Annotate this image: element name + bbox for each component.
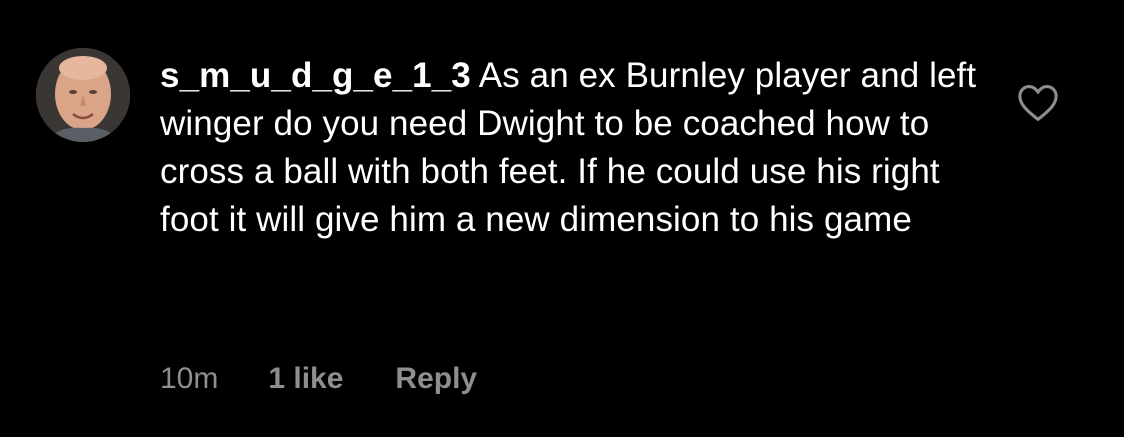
comment-timestamp: 10m: [160, 362, 219, 395]
heart-outline-icon: [1018, 85, 1058, 121]
avatar-photo: [36, 48, 130, 142]
comment-like-count[interactable]: 1 like: [268, 362, 343, 396]
like-button[interactable]: [1017, 84, 1059, 122]
reply-button[interactable]: Reply: [395, 362, 477, 396]
comment-item: s_m_u_d_g_e_1_3 As an ex Burnley player …: [0, 0, 1124, 437]
comment-username[interactable]: s_m_u_d_g_e_1_3: [160, 56, 471, 95]
comment-body: s_m_u_d_g_e_1_3 As an ex Burnley player …: [160, 52, 980, 244]
comment-meta: 10m 1 like Reply: [160, 362, 477, 396]
avatar[interactable]: [36, 48, 130, 142]
comment-text-block: s_m_u_d_g_e_1_3 As an ex Burnley player …: [160, 52, 980, 244]
